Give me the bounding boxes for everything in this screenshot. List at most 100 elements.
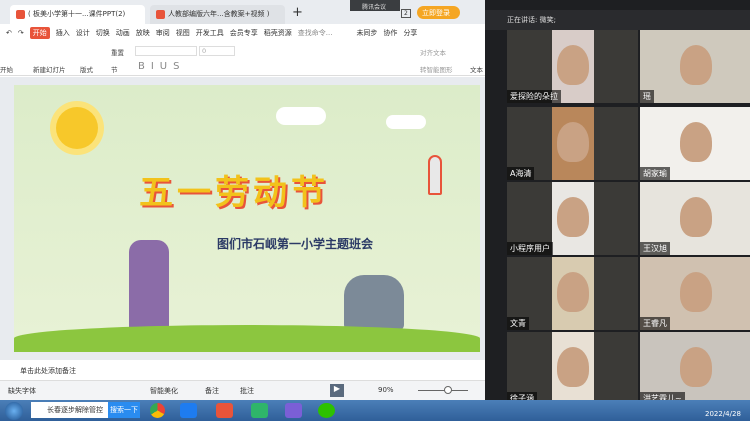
notes-pane[interactable]: 单击此处添加备注 [0, 360, 485, 380]
participant-name: 胡家瑜 [640, 167, 670, 180]
layout-button[interactable]: 版式 [80, 64, 93, 74]
menu-view[interactable]: 视图 [176, 28, 190, 38]
redo-icon[interactable]: ↷ [18, 29, 24, 37]
zoom-slider[interactable] [418, 390, 468, 391]
farmer-illustration [344, 275, 404, 330]
menu-developer[interactable]: 开发工具 [196, 28, 224, 38]
video-tile[interactable]: 洪艺霖儿~ [640, 332, 750, 405]
notes-placeholder: 单击此处添加备注 [20, 367, 76, 375]
collab-button[interactable]: 协作 [383, 28, 397, 38]
slide-canvas: 五一劳动节 图们市石岘第一小学主题班会 [0, 77, 485, 360]
participant-face [680, 272, 712, 312]
meeting-panel: 正在讲话: 微笑; 爱探险的朵拉 瑶 A海清 胡家瑜小程序用户 王汉旭文青 王睿凡 徐子涵洪… [485, 0, 750, 405]
font-size-select[interactable]: 0 [199, 46, 235, 56]
participant-name: 文青 [507, 317, 529, 330]
participant-name: 爱探险的朵拉 [507, 90, 561, 103]
participant-name: 瑶 [640, 90, 654, 103]
menu-resources[interactable]: 稻壳资源 [264, 28, 292, 38]
menu-transition[interactable]: 切换 [96, 28, 110, 38]
tab-label: 人教部编版六年...含教案+视频 ) [168, 10, 270, 18]
en-app-icon[interactable] [251, 403, 268, 418]
cloud-illustration [276, 107, 326, 125]
chrome-icon[interactable] [150, 403, 165, 418]
wps-ppt-icon[interactable] [216, 403, 233, 418]
video-tile[interactable]: 王睿凡 [640, 257, 750, 330]
notes-button[interactable]: 备注 [205, 386, 219, 396]
tab-label: ( 板美小学第十一...课件PPT(2) [28, 10, 126, 18]
align-text-button[interactable]: 对齐文本 [420, 47, 446, 57]
slide-title[interactable]: 五一劳动节 [139, 165, 329, 214]
undo-icon[interactable]: ↶ [6, 29, 12, 37]
speaking-indicator: 正在讲话: 微笑; [485, 10, 750, 30]
zoom-slider-handle[interactable] [444, 386, 452, 394]
comments-button[interactable]: 批注 [240, 386, 254, 396]
participant-face [680, 122, 712, 162]
start-button[interactable] [5, 402, 23, 420]
text-format-buttons[interactable]: BIUS [138, 61, 185, 72]
section-button[interactable]: 节 [111, 64, 118, 74]
participant-face [680, 347, 712, 387]
participant-face [557, 45, 589, 85]
video-tile[interactable]: A海清 [507, 107, 638, 180]
sync-button[interactable]: 未同步 [356, 28, 377, 38]
smartart-button[interactable]: 转智能图形 [420, 64, 453, 74]
start-show-button[interactable]: 开始 [0, 64, 13, 74]
menu-design[interactable]: 设计 [76, 28, 90, 38]
meeting-badge[interactable]: 腾讯会议 [350, 0, 400, 11]
participant-name: 王睿凡 [640, 317, 670, 330]
search-button[interactable]: 搜索一下 [108, 402, 140, 418]
menu-bar: ↶ ↷ 开始 插入 设计 切换 动画 放映 审阅 视图 开发工具 会员专享 稻壳资… [0, 24, 485, 42]
video-tile[interactable]: 文青 [507, 257, 638, 330]
farmer-girl-illustration [129, 240, 169, 335]
reset-button[interactable]: 重置 [111, 47, 124, 57]
clock-date: 2022/4/28 [705, 410, 741, 418]
video-tile[interactable]: 小程序用户 [507, 182, 638, 255]
video-tile[interactable]: 徐子涵 [507, 332, 638, 405]
participant-face [557, 122, 589, 162]
rocket-illustration [428, 155, 442, 195]
ribbon: 开始 新建幻灯片 版式 重置 节 0 BIUS 对齐文本 转智能图形 文本 [0, 42, 485, 76]
tab-bar: ( 板美小学第十一...课件PPT(2) 人教部编版六年...含教案+视频 ) … [0, 0, 485, 24]
grass-ground [14, 325, 480, 352]
participant-name: 小程序用户 [507, 242, 553, 255]
tab-document-1[interactable]: ( 板美小学第十一...课件PPT(2) [10, 5, 145, 24]
font-name-select[interactable] [135, 46, 197, 56]
menu-slideshow[interactable]: 放映 [136, 28, 150, 38]
participant-face [680, 197, 712, 237]
slide[interactable]: 五一劳动节 图们市石岘第一小学主题班会 [14, 85, 480, 352]
new-tab-button[interactable]: + [292, 5, 303, 20]
ppt-icon [16, 9, 25, 19]
command-search[interactable]: 查找命令... [298, 28, 333, 38]
menu-start[interactable]: 开始 [29, 27, 50, 39]
ppt-icon [156, 9, 165, 19]
new-slide-button[interactable]: 新建幻灯片 [33, 64, 66, 74]
app-icon[interactable] [285, 403, 302, 418]
video-tile[interactable]: 王汉旭 [640, 182, 750, 255]
missing-font-button[interactable]: 缺失字体 [8, 386, 36, 396]
wechat-icon[interactable] [318, 403, 335, 418]
video-tile[interactable]: 瑶 [640, 30, 750, 103]
slide-subtitle[interactable]: 图们市石岘第一小学主题班会 [217, 235, 373, 252]
participant-face [557, 347, 589, 387]
browser-search-input[interactable]: 长春逐步解除管控 [31, 402, 108, 418]
beautify-button[interactable]: 智能美化 [150, 386, 178, 396]
page-indicator: 2 [401, 9, 411, 18]
taskbar: 长春逐步解除管控 搜索一下 2022/4/28 [0, 400, 750, 421]
menu-animation[interactable]: 动画 [116, 28, 130, 38]
status-bar: 缺失字体 智能美化 备注 批注 ▶ 90% [0, 380, 485, 400]
sun-illustration [56, 107, 98, 149]
video-tile[interactable]: 爱探险的朵拉 [507, 30, 638, 103]
video-tile[interactable]: 胡家瑜 [640, 107, 750, 180]
tab-document-2[interactable]: 人教部编版六年...含教案+视频 ) [150, 5, 285, 24]
participant-name: A海清 [507, 167, 535, 180]
menu-member[interactable]: 会员专享 [230, 28, 258, 38]
share-button[interactable]: 分享 [403, 28, 417, 38]
play-icon[interactable]: ▶ [330, 384, 344, 397]
participant-name: 王汉旭 [640, 242, 670, 255]
login-button[interactable]: 立即登录 [417, 6, 460, 19]
textbox-button[interactable]: 文本 [470, 64, 483, 74]
menu-insert[interactable]: 插入 [56, 28, 70, 38]
zoom-level[interactable]: 90% [378, 386, 394, 394]
tencent-meeting-icon[interactable] [180, 403, 197, 418]
menu-review[interactable]: 审阅 [156, 28, 170, 38]
